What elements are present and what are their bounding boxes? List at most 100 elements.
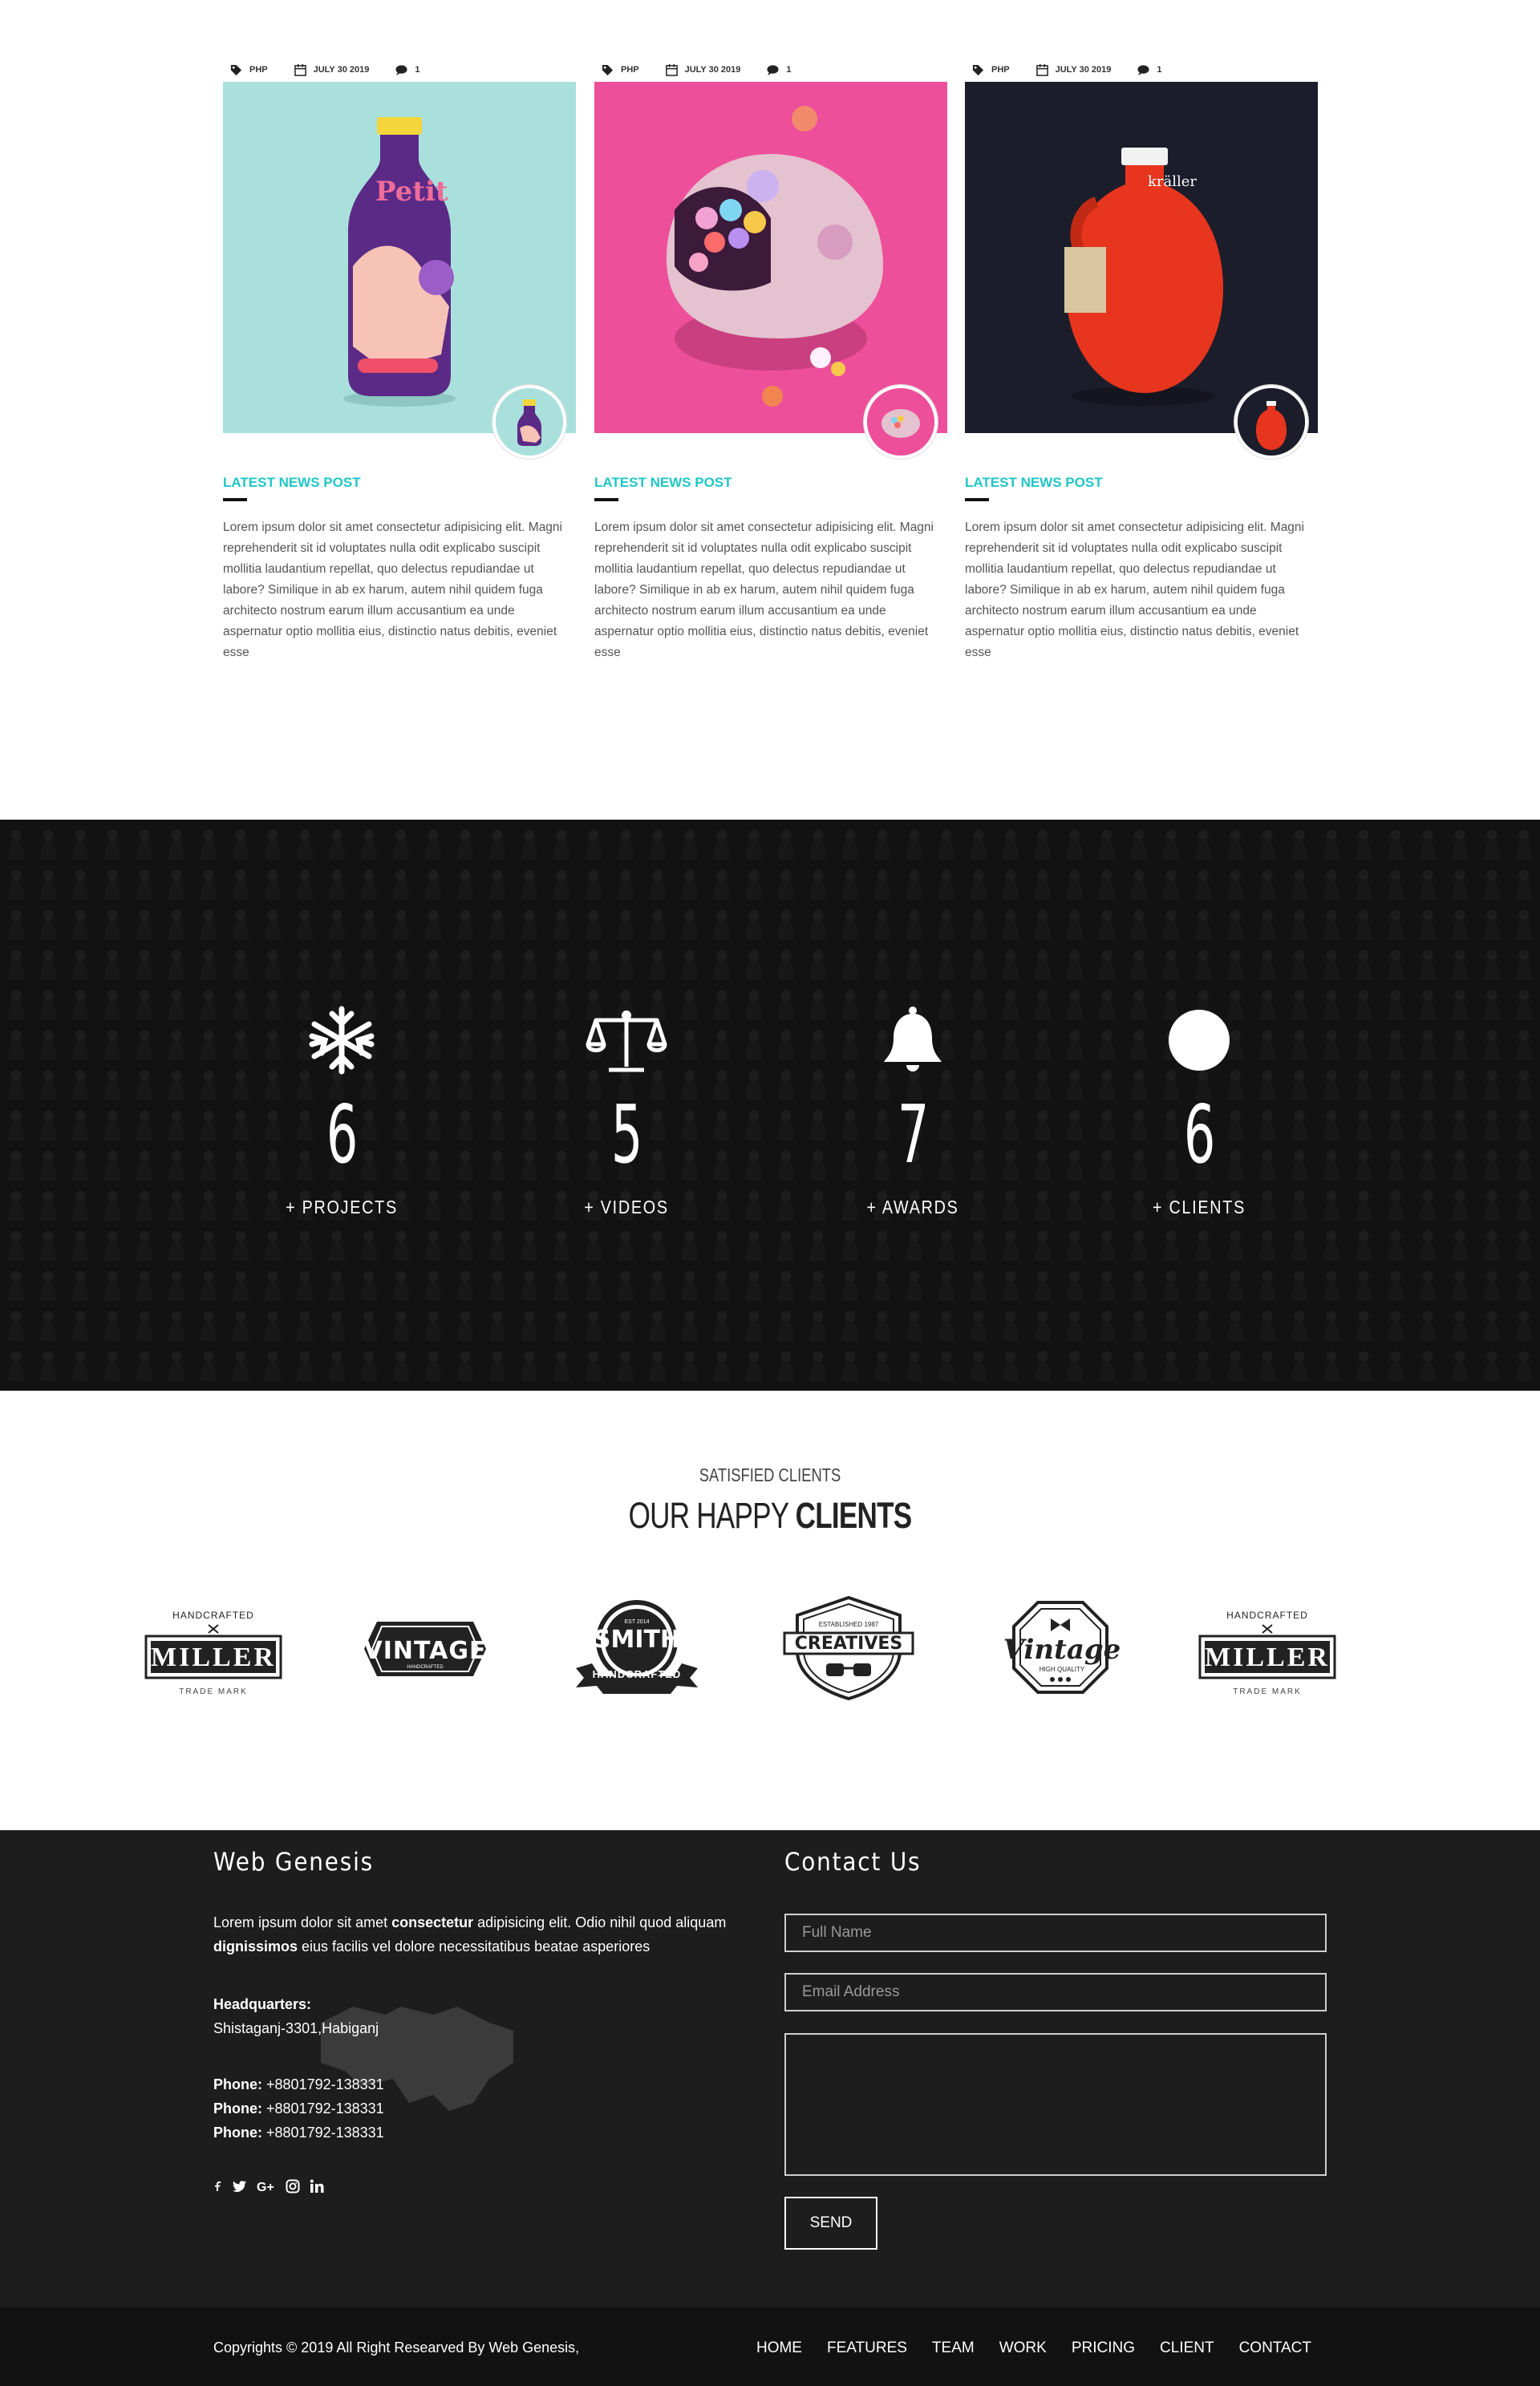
svg-text:HANDCRAFTED: HANDCRAFTED: [407, 1665, 444, 1670]
calendar-icon: [665, 63, 678, 76]
post-title[interactable]: LATEST NEWS POST: [223, 475, 576, 491]
svg-text:HANDCRAFTED: HANDCRAFTED: [1226, 1610, 1308, 1621]
svg-text:Vintage: Vintage: [1003, 1634, 1121, 1666]
svg-text:VINTAGE: VINTAGE: [364, 1637, 487, 1665]
post-tag[interactable]: PHP: [621, 65, 639, 75]
copyright-text: Copyrights © 2019 All Right Researved By…: [213, 2339, 580, 2356]
contact-title: Contact Us: [784, 1848, 922, 1877]
bottom-bar: Copyrights © 2019 All Right Researved By…: [0, 2307, 1540, 2386]
nav-client[interactable]: CLIENT: [1160, 2339, 1214, 2357]
title-underline: [594, 498, 618, 501]
svg-text:EST 2014: EST 2014: [624, 1619, 649, 1625]
calendar-icon: [1035, 63, 1048, 76]
stat-label: + AWARDS: [866, 1197, 959, 1217]
client-logo-creatives[interactable]: ESTABLISHED 1987 CREATIVES: [776, 1591, 921, 1703]
post-title[interactable]: LATEST NEWS POST: [594, 475, 947, 491]
blog-post-card: PHP JULY 30 2019 1 Petit LATEST NEWS POS…: [223, 58, 576, 663]
instagram-icon[interactable]: [286, 2179, 300, 2194]
post-tag[interactable]: PHP: [249, 65, 268, 75]
title-underline: [223, 498, 247, 501]
google-plus-icon[interactable]: G+: [257, 2179, 276, 2194]
bell-icon: [884, 1007, 942, 1071]
send-button[interactable]: SEND: [784, 2197, 877, 2250]
post-tag[interactable]: PHP: [991, 65, 1010, 75]
stat-label: + VIDEOS: [584, 1197, 669, 1217]
nav-home[interactable]: HOME: [756, 2339, 802, 2357]
post-date: JULY 30 2019: [684, 65, 741, 75]
nav-features[interactable]: FEATURES: [827, 2339, 907, 2357]
red-jug-image: kräller: [965, 82, 1318, 433]
blog-post-card: PHP JULY 30 2019 1 kräller LATEST NEWS P…: [965, 58, 1318, 663]
section-title: OUR HAPPY CLIENTS: [628, 1495, 913, 1536]
post-meta: PHP JULY 30 2019 1: [965, 58, 1318, 82]
stat-label: + PROJECTS: [286, 1197, 398, 1217]
stats-section: 6 + PROJECTS 5 + VIDEOS 7 + AWARDS 6 + C…: [0, 820, 1540, 1391]
post-excerpt: Lorem ipsum dolor sit amet consectetur a…: [594, 521, 934, 659]
post-excerpt: Lorem ipsum dolor sit amet consectetur a…: [965, 521, 1304, 659]
twitter-icon[interactable]: [233, 2179, 247, 2194]
post-comments-count[interactable]: 1: [415, 65, 419, 75]
email-address-input[interactable]: Email Address: [784, 1973, 1327, 2011]
post-date: JULY 30 2019: [1055, 65, 1112, 75]
post-image[interactable]: Petit: [223, 82, 576, 459]
svg-text:MILLER: MILLER: [1205, 1643, 1330, 1672]
author-avatar[interactable]: [1234, 385, 1308, 459]
snowflake-icon: [309, 1006, 375, 1075]
stat-value: 5: [610, 1088, 642, 1181]
comment-icon: [767, 64, 779, 75]
circle-icon: [1169, 1010, 1230, 1071]
post-meta: PHP JULY 30 2019 1: [223, 58, 576, 82]
title-underline: [965, 498, 989, 501]
linkedin-icon[interactable]: [310, 2179, 324, 2194]
client-logo-miller[interactable]: HANDCRAFTED MILLER TRADE MARK: [1195, 1591, 1339, 1703]
blog-section: PHP JULY 30 2019 1 Petit LATEST NEWS POS…: [0, 0, 1540, 820]
post-meta: PHP JULY 30 2019 1: [594, 58, 947, 82]
svg-text:Petit: Petit: [375, 176, 448, 208]
client-logo-vintage[interactable]: VINTAGE HANDCRAFTED: [353, 1591, 497, 1703]
svg-text:HANDCRAFTED: HANDCRAFTED: [172, 1610, 254, 1621]
stat-value: 6: [1183, 1088, 1215, 1181]
tag-icon: [602, 64, 614, 75]
author-avatar[interactable]: [492, 385, 566, 459]
post-comments-count[interactable]: 1: [786, 65, 791, 75]
svg-text:TRADE MARK: TRADE MARK: [179, 1687, 248, 1696]
svg-text:ESTABLISHED 1987: ESTABLISHED 1987: [819, 1621, 879, 1628]
stat-label: + CLIENTS: [1152, 1197, 1246, 1217]
footer-section: Web Genesis Lorem ipsum dolor sit amet c…: [0, 1830, 1540, 2307]
facebook-icon[interactable]: [213, 2179, 223, 2194]
clients-section: SATISFIED CLIENTS OUR HAPPY CLIENTS HAND…: [0, 1391, 1540, 1830]
stat-value: 6: [326, 1088, 358, 1181]
post-title[interactable]: LATEST NEWS POST: [965, 475, 1318, 491]
nav-pricing[interactable]: PRICING: [1072, 2339, 1135, 2357]
nav-contact[interactable]: CONTACT: [1239, 2339, 1311, 2357]
message-textarea[interactable]: [784, 2033, 1327, 2176]
client-logo-vintage-quality[interactable]: Vintage HIGH QUALITY: [988, 1591, 1133, 1703]
section-subtitle: SATISFIED CLIENTS: [699, 1464, 841, 1485]
post-comments-count[interactable]: 1: [1157, 65, 1161, 75]
tag-icon: [230, 64, 242, 75]
footer-headquarters: Headquarters: Shistaganj-3301,Habiganj: [213, 1996, 379, 2036]
client-logo-miller[interactable]: HANDCRAFTED MILLER TRADE MARK: [141, 1591, 286, 1703]
post-image[interactable]: kräller: [965, 82, 1318, 459]
tag-icon: [972, 64, 984, 75]
svg-text:SMITH: SMITH: [594, 1626, 680, 1654]
svg-text:G+: G+: [257, 2181, 274, 2194]
footer-phones: Phone: +8801792-138331 Phone: +8801792-1…: [213, 2076, 384, 2141]
footer-nav: HOME FEATURES TEAM WORK PRICING CLIENT C…: [756, 2339, 1311, 2357]
balance-scale-icon: [586, 1011, 667, 1072]
svg-text:TRADE MARK: TRADE MARK: [1233, 1687, 1302, 1696]
post-image[interactable]: [594, 82, 947, 459]
gumball-helmet-image: [594, 82, 947, 433]
post-excerpt: Lorem ipsum dolor sit amet consectetur a…: [223, 521, 562, 659]
svg-text:CREATIVES: CREATIVES: [795, 1634, 903, 1654]
svg-text:MILLER: MILLER: [151, 1643, 276, 1672]
juice-bottle-image: Petit: [223, 82, 576, 433]
full-name-input[interactable]: Full Name: [784, 1914, 1327, 1952]
comment-icon: [395, 64, 407, 75]
nav-work[interactable]: WORK: [999, 2339, 1047, 2357]
author-avatar[interactable]: [864, 385, 938, 459]
calendar-icon: [294, 63, 306, 76]
social-links: G+: [213, 2179, 324, 2194]
nav-team[interactable]: TEAM: [932, 2339, 975, 2357]
client-logo-smith[interactable]: SMITH EST 2014 HANDCRAFTED: [565, 1591, 709, 1703]
